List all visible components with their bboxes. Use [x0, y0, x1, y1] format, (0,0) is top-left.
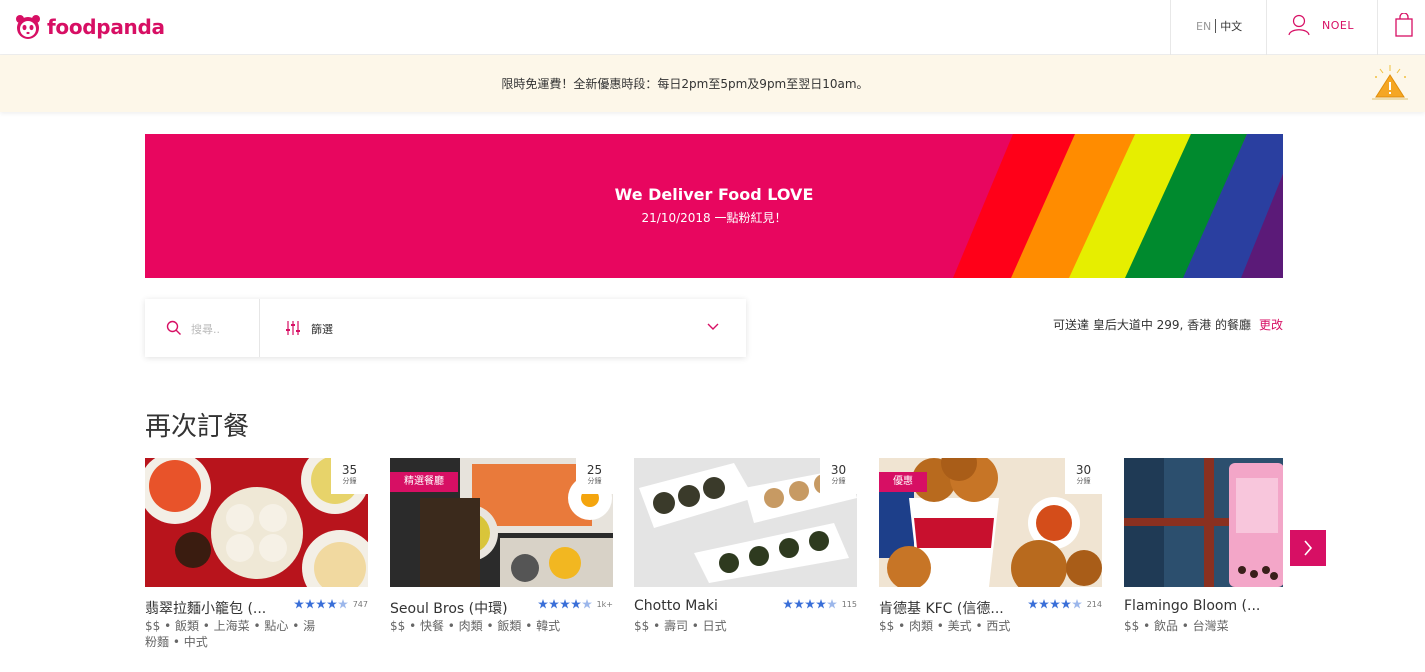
banner-subtitle: 21/10/2018 一點粉紅見！ [641, 211, 787, 225]
change-address-link[interactable]: 更改 [1259, 316, 1283, 333]
lang-divider [1215, 19, 1217, 33]
foodpanda-logo[interactable]: foodpanda [15, 12, 165, 42]
language-switcher[interactable]: EN 中文 [1196, 18, 1242, 34]
header-divider [1266, 0, 1267, 55]
search-filter-bar: 搜尋.. 篩選 [145, 299, 746, 357]
delivery-time-badge: 30 分鐘 [820, 458, 857, 494]
warning-party-icon [1372, 65, 1408, 100]
lang-zh[interactable]: 中文 [1220, 18, 1242, 34]
restaurant-rating: 115 [782, 599, 857, 609]
star-rating-icon [1027, 599, 1082, 609]
promo-tag: 優惠 [879, 472, 927, 492]
restaurant-rating: 1k+ [537, 599, 613, 609]
restaurant-name[interactable]: 肯德基 KFC (信德... [879, 598, 1004, 618]
user-icon [1288, 14, 1310, 36]
food-photo-bubble-tea [1124, 458, 1283, 587]
restaurant-rating: 214 [1027, 599, 1102, 609]
header-divider [1377, 0, 1378, 55]
hero-banner[interactable]: We Deliver Food LOVE 21/10/2018 一點粉紅見！ [145, 134, 1283, 278]
restaurant-image[interactable]: 精選餐廳 25 分鐘 [390, 458, 613, 587]
promo-bar: 限時免運費！全新優惠時段：每日2pm至5pm及9pm至翌日10am。 [0, 55, 1425, 112]
rainbow-graphic [953, 134, 1283, 278]
star-rating-icon [782, 599, 837, 609]
delivery-address: 可送達 皇后大道中 299, 香港 的餐廳 更改 [1053, 316, 1283, 333]
restaurant-card[interactable]: 35 分鐘 翡翠拉麵小籠包 (... 747 $$ • 飯類 • 上海菜 • 點… [145, 458, 368, 649]
restaurant-name[interactable]: Flamingo Bloom (... [1124, 598, 1260, 614]
top-header: foodpanda EN 中文 NOEL [0, 0, 1425, 55]
header-divider [1170, 0, 1171, 55]
cart-button[interactable] [1395, 12, 1413, 41]
review-count: 214 [1086, 599, 1102, 609]
chevron-right-icon [1304, 540, 1313, 556]
filter-dropdown[interactable]: 篩選 [311, 321, 333, 337]
restaurant-card[interactable]: 精選餐廳 25 分鐘 Seoul Bros (中環) 1k+ $$ • 快餐 •… [390, 458, 613, 633]
restaurant-name[interactable]: Chotto Maki [634, 598, 718, 614]
address-text: 可送達 皇后大道中 299, 香港 的餐廳 [1053, 318, 1251, 332]
delivery-time-badge: 35 分鐘 [331, 458, 368, 494]
brand-name: foodpanda [47, 15, 165, 39]
delivery-time: 35 [341, 463, 358, 477]
restaurant-card[interactable]: 30 分鐘 Chotto Maki 115 $$ • 壽司 • 日式 [634, 458, 857, 633]
restaurant-card[interactable]: Flamingo Bloom (... $$ • 飲品 • 台灣菜 [1124, 458, 1283, 633]
carousel-next-button[interactable] [1290, 530, 1326, 566]
restaurant-carousel: 35 分鐘 翡翠拉麵小籠包 (... 747 $$ • 飯類 • 上海菜 • 點… [145, 458, 1283, 672]
delivery-time-unit: 分鐘 [587, 477, 602, 485]
review-count: 1k+ [596, 599, 613, 609]
panda-logo-icon [16, 15, 40, 39]
delivery-time: 25 [586, 463, 603, 477]
restaurant-tags: $$ • 飯類 • 上海菜 • 點心 • 湯粉麵 • 中式 [145, 619, 316, 649]
star-rating-icon [537, 599, 592, 609]
promo-text: 限時免運費！全新優惠時段：每日2pm至5pm及9pm至翌日10am。 [501, 77, 869, 91]
user-name: NOEL [1322, 18, 1354, 32]
search-icon [166, 320, 181, 335]
restaurant-card[interactable]: 優惠 30 分鐘 肯德基 KFC (信德... 214 $$ • 肉類 • 美式… [879, 458, 1102, 633]
restaurant-image[interactable]: 35 分鐘 [145, 458, 368, 587]
restaurant-image[interactable]: 優惠 30 分鐘 [879, 458, 1102, 587]
section-title: 再次訂餐 [145, 412, 250, 442]
restaurant-image[interactable] [1124, 458, 1283, 587]
cart-icon [1395, 12, 1413, 37]
filter-icon [286, 321, 300, 335]
chevron-down-icon[interactable] [707, 323, 719, 331]
restaurant-tags: $$ • 肉類 • 美式 • 西式 [879, 619, 1011, 633]
star-rating-icon [293, 599, 348, 609]
restaurant-image[interactable]: 30 分鐘 [634, 458, 857, 587]
lang-en[interactable]: EN [1196, 20, 1211, 33]
restaurant-name[interactable]: 翡翠拉麵小籠包 (... [145, 598, 266, 618]
delivery-time: 30 [830, 463, 847, 477]
review-count: 747 [352, 599, 368, 609]
banner-title: We Deliver Food LOVE [614, 185, 814, 204]
delivery-time: 30 [1075, 463, 1092, 477]
delivery-time-badge: 25 分鐘 [576, 458, 613, 494]
delivery-time-unit: 分鐘 [1076, 477, 1091, 485]
delivery-time-unit: 分鐘 [342, 477, 357, 485]
restaurant-tags: $$ • 快餐 • 肉類 • 飯類 • 韓式 [390, 619, 561, 633]
delivery-time-unit: 分鐘 [831, 477, 846, 485]
user-menu[interactable]: NOEL [1288, 14, 1354, 36]
search-input[interactable]: 搜尋.. [191, 321, 220, 337]
review-count: 115 [841, 599, 857, 609]
delivery-time-badge: 30 分鐘 [1065, 458, 1102, 494]
search-divider [259, 299, 260, 357]
restaurant-tags: $$ • 飲品 • 台灣菜 [1124, 619, 1229, 633]
restaurant-rating: 747 [293, 599, 368, 609]
restaurant-tags: $$ • 壽司 • 日式 [634, 619, 727, 633]
featured-tag: 精選餐廳 [390, 472, 458, 492]
restaurant-name[interactable]: Seoul Bros (中環) [390, 598, 508, 618]
